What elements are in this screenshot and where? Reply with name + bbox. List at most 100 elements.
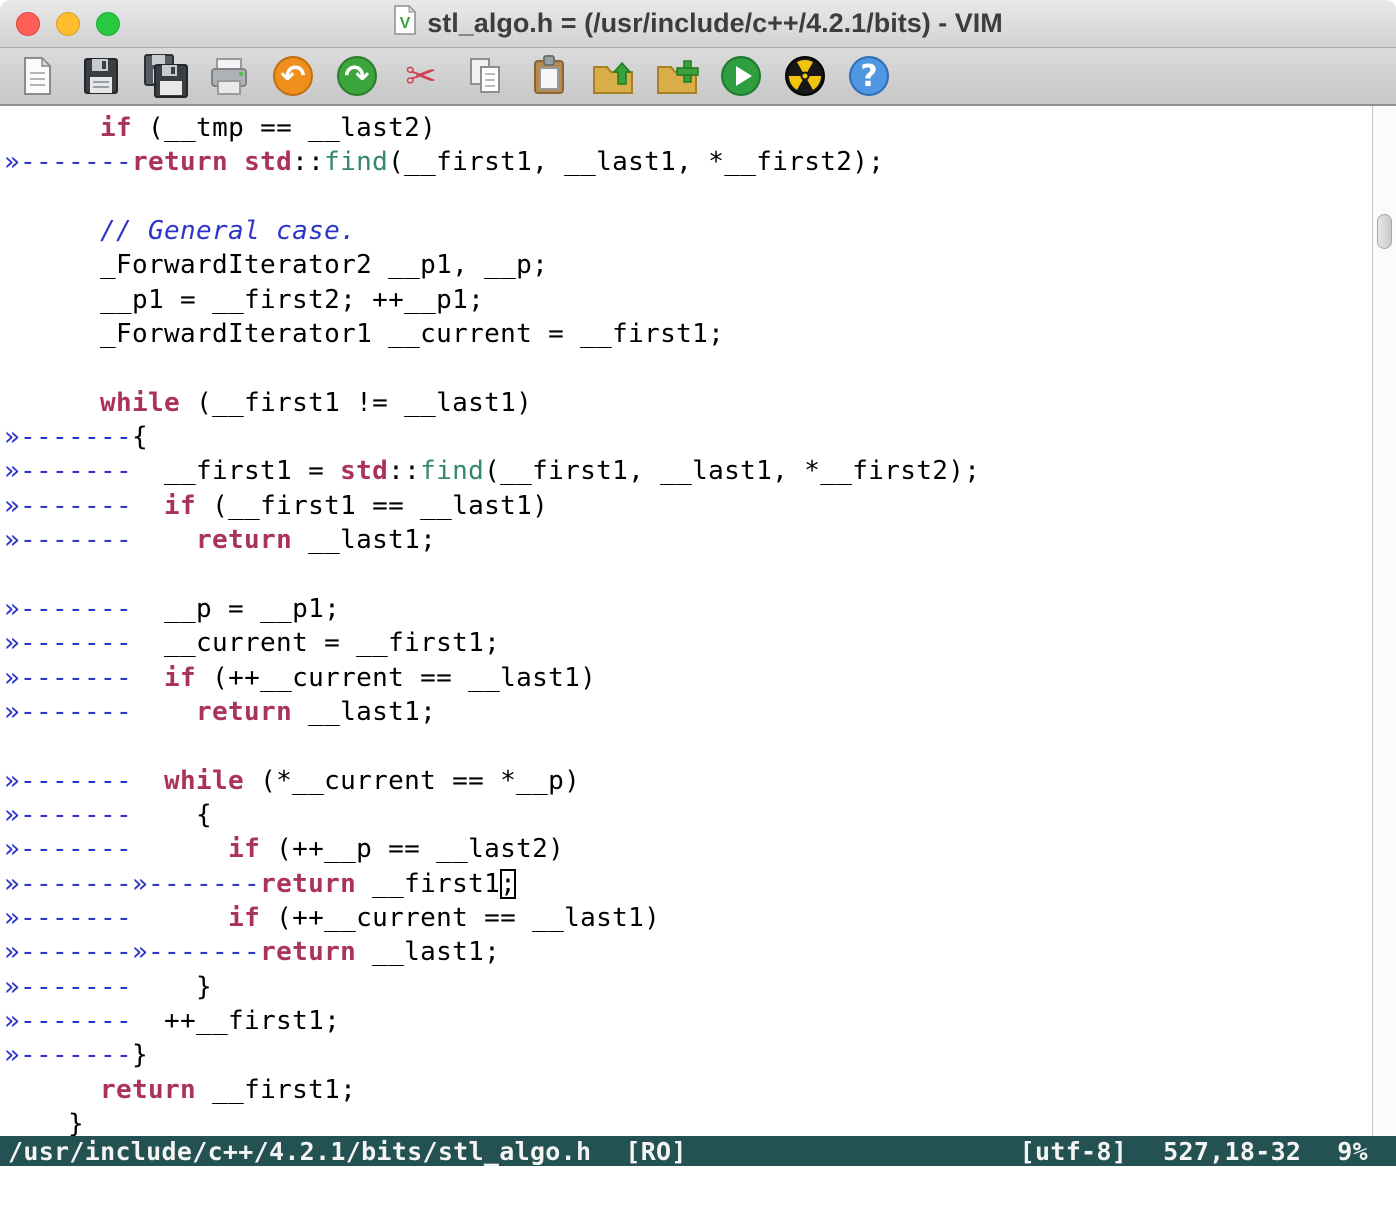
toolbar: ↶ ↷ ✂	[0, 48, 1396, 106]
readonly-flag: [RO]	[625, 1137, 686, 1166]
code-segment: while	[164, 766, 244, 796]
code-line: while (__first1 != __last1)	[4, 386, 1372, 420]
svg-text:V: V	[400, 15, 411, 32]
code-line: // General case.	[4, 214, 1372, 248]
title-bar: V stl_algo.h = (/usr/include/c++/4.2.1/b…	[0, 0, 1396, 48]
code-segment: »-------	[4, 1040, 132, 1070]
code-segment: {	[132, 800, 212, 830]
code-segment	[228, 147, 244, 177]
open-file-button[interactable]	[12, 51, 62, 101]
code-segment: find	[420, 456, 484, 486]
code-line	[4, 557, 1372, 591]
code-line: return __first1;	[4, 1073, 1372, 1107]
code-segment: }	[4, 1109, 84, 1136]
scrollbar[interactable]	[1372, 106, 1396, 1136]
command-line[interactable]	[0, 1166, 1396, 1212]
code-segment: »-------	[4, 525, 132, 555]
code-segment: »-------	[4, 663, 132, 693]
code-line: »------- __current = __first1;	[4, 626, 1372, 660]
code-line: }	[4, 1107, 1372, 1136]
code-segment: (__first1 != __last1)	[180, 388, 532, 418]
save-all-button[interactable]	[140, 51, 190, 101]
code-line: »-------»-------return __first1;	[4, 867, 1372, 901]
make-button[interactable]	[780, 51, 830, 101]
print-button[interactable]	[204, 51, 254, 101]
code-segment: if	[228, 834, 260, 864]
code-segment: }	[132, 972, 212, 1002]
code-segment: __last1;	[292, 697, 436, 727]
file-path: /usr/include/c++/4.2.1/bits/stl_algo.h	[8, 1137, 591, 1166]
cursor-position: 527,18-32	[1163, 1137, 1301, 1166]
run-macro-button[interactable]	[716, 51, 766, 101]
code-segment: (++__current == __last1)	[260, 903, 660, 933]
paste-icon	[524, 51, 574, 101]
run-macro-icon	[716, 51, 766, 101]
save-session-icon	[652, 51, 702, 101]
svg-text:✂: ✂	[405, 54, 437, 98]
code-segment: __p1 = __first2; ++__p1;	[4, 285, 484, 315]
status-left: /usr/include/c++/4.2.1/bits/stl_algo.h […	[8, 1137, 687, 1166]
code-segment	[132, 766, 164, 796]
code-line: »------- if (__first1 == __last1)	[4, 489, 1372, 523]
code-line: »------- if (++__current == __last1)	[4, 901, 1372, 935]
code-segment: if	[100, 113, 132, 143]
code-line: »------- return __last1;	[4, 695, 1372, 729]
save-file-icon	[76, 51, 126, 101]
code-segment: __current = __first1;	[132, 628, 500, 658]
code-line	[4, 729, 1372, 763]
code-segment: find	[324, 147, 388, 177]
code-segment	[132, 663, 164, 693]
scroll-percent: 9%	[1337, 1137, 1368, 1166]
redo-button[interactable]: ↷	[332, 51, 382, 101]
cut-icon: ✂	[396, 51, 446, 101]
code-segment: »-------	[4, 491, 132, 521]
code-segment: __last1;	[292, 525, 436, 555]
traffic-lights	[16, 12, 120, 36]
code-segment: »-------	[4, 594, 132, 624]
code-segment: ::	[388, 456, 420, 486]
save-file-button[interactable]	[76, 51, 126, 101]
print-icon	[204, 51, 254, 101]
minimize-window-button[interactable]	[56, 12, 80, 36]
load-session-button[interactable]	[588, 51, 638, 101]
code-segment: return	[100, 1075, 196, 1105]
code-line: »------- __p = __p1;	[4, 592, 1372, 626]
cut-button[interactable]: ✂	[396, 51, 446, 101]
code-segment: (__first1, __last1, *__first2);	[388, 147, 884, 177]
save-session-button[interactable]	[652, 51, 702, 101]
text-cursor: ;	[500, 869, 516, 899]
code-line: »------- if (++__p == __last2)	[4, 832, 1372, 866]
undo-button[interactable]: ↶	[268, 51, 318, 101]
code-segment: _ForwardIterator1 __current = __first1;	[4, 319, 724, 349]
code-segment: return	[132, 147, 228, 177]
close-window-button[interactable]	[16, 12, 40, 36]
redo-icon: ↷	[332, 51, 382, 101]
code-segment: while	[100, 388, 180, 418]
code-segment: return	[196, 525, 292, 555]
code-segment: if	[228, 903, 260, 933]
code-segment: if	[164, 491, 196, 521]
code-segment: »-------	[4, 456, 132, 486]
code-line	[4, 180, 1372, 214]
encoding-indicator: [utf-8]	[1020, 1137, 1127, 1166]
svg-text:?: ?	[860, 59, 877, 94]
code-line: »------- while (*__current == *__p)	[4, 764, 1372, 798]
code-segment: (*__current == *__p)	[244, 766, 580, 796]
scrollbar-thumb[interactable]	[1377, 214, 1392, 249]
code-segment: (__tmp == __last2)	[132, 113, 436, 143]
vim-window: V stl_algo.h = (/usr/include/c++/4.2.1/b…	[0, 0, 1396, 1212]
help-button[interactable]: ?	[844, 51, 894, 101]
code-segment: »-------	[4, 800, 132, 830]
code-segment: (++__current == __last1)	[196, 663, 596, 693]
code-segment	[132, 834, 228, 864]
code-segment: »-------	[4, 834, 132, 864]
zoom-window-button[interactable]	[96, 12, 120, 36]
code-segment: (__first1 == __last1)	[196, 491, 548, 521]
paste-button[interactable]	[524, 51, 574, 101]
copy-button[interactable]	[460, 51, 510, 101]
code-area[interactable]: if (__tmp == __last2)»-------return std:…	[0, 106, 1372, 1136]
code-line: »-------»-------return __last1;	[4, 935, 1372, 969]
code-line: _ForwardIterator1 __current = __first1;	[4, 317, 1372, 351]
code-line: »-------{	[4, 420, 1372, 454]
code-segment: »-------	[4, 628, 132, 658]
